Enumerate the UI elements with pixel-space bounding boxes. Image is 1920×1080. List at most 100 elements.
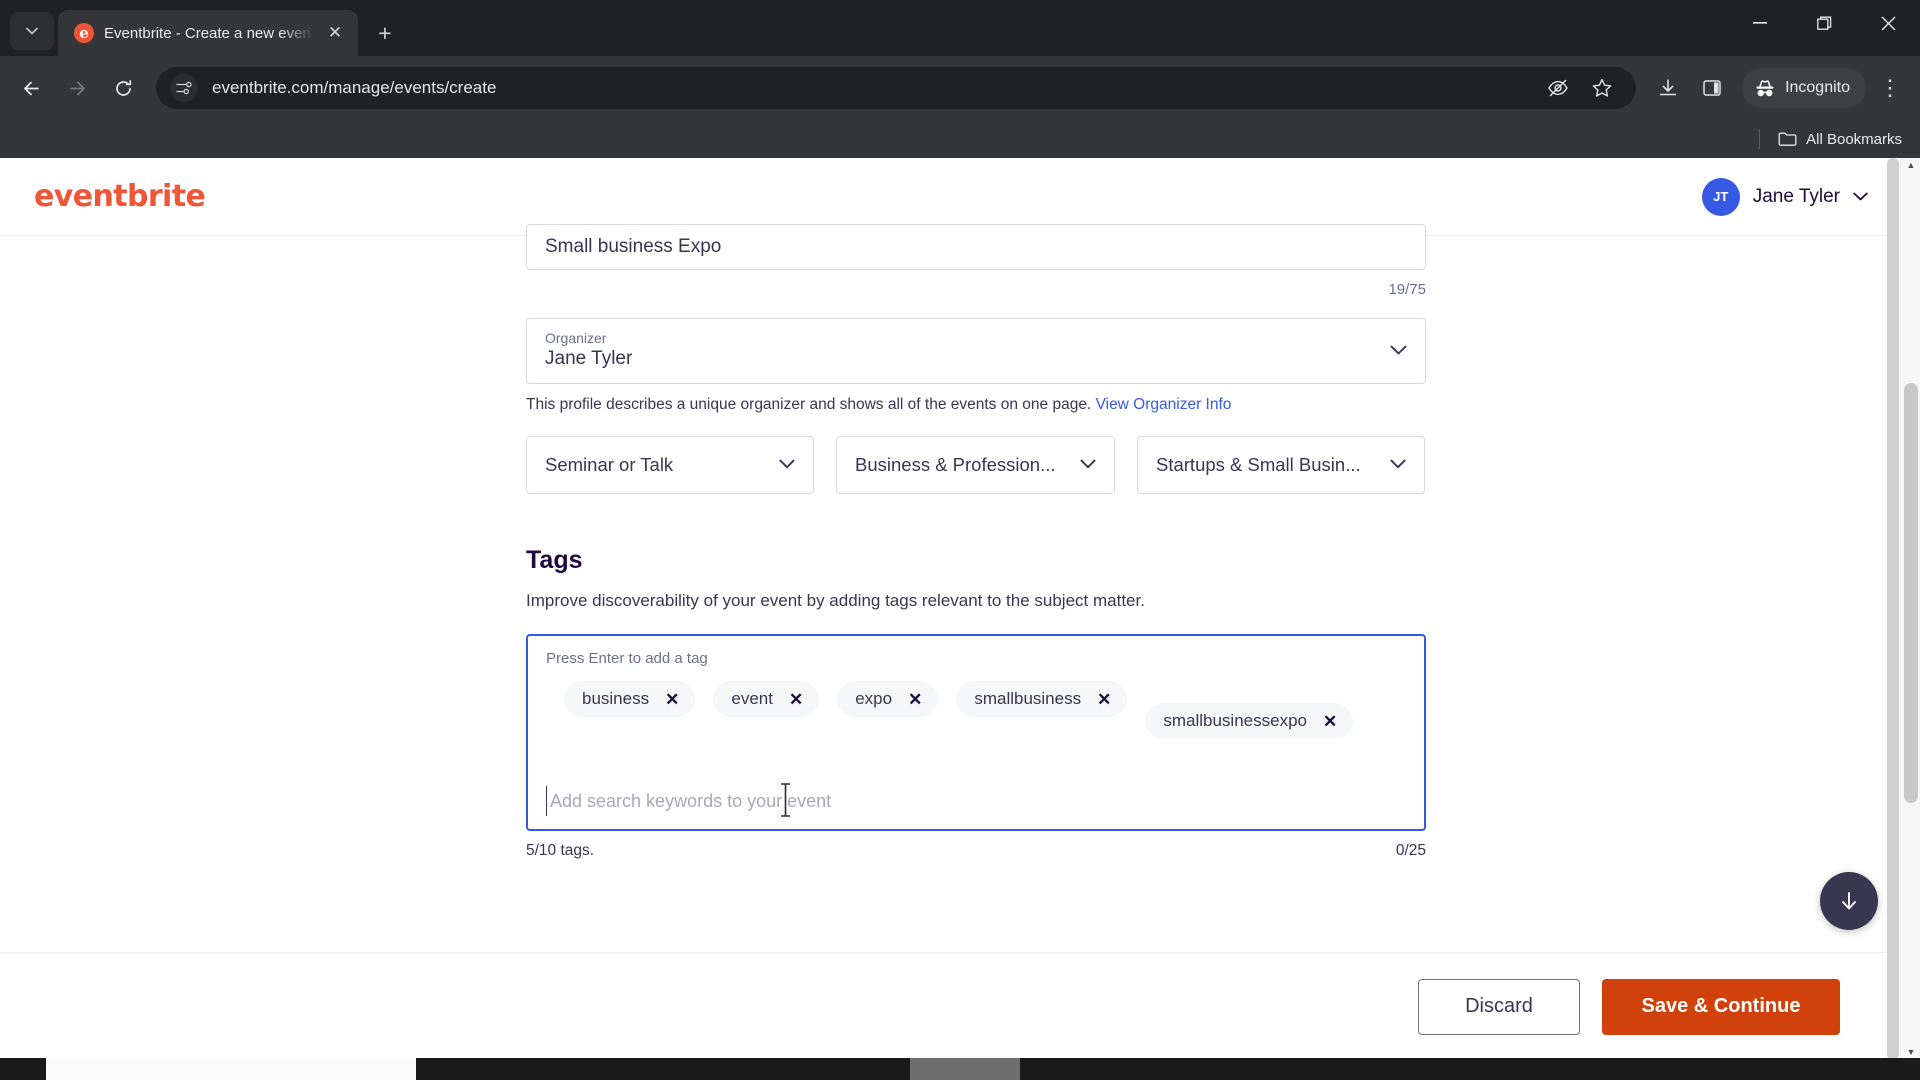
text-caret xyxy=(546,786,547,816)
user-menu[interactable]: JT Jane Tyler xyxy=(1701,177,1868,216)
url-text: eventbrite.com/manage/events/create xyxy=(212,78,497,97)
back-icon[interactable] xyxy=(10,67,52,109)
tab-strip: e Eventbrite - Create a new even ✕ + xyxy=(0,0,1920,56)
tags-section: Tags Improve discoverability of your eve… xyxy=(526,546,1426,860)
download-icon[interactable] xyxy=(1648,68,1688,108)
star-icon[interactable] xyxy=(1582,68,1622,108)
view-organizer-info-link[interactable]: View Organizer Info xyxy=(1096,396,1232,413)
eventbrite-favicon-icon: e xyxy=(74,23,94,43)
taskbar-segment xyxy=(46,1058,416,1080)
event-category-select[interactable]: Business & Profession... xyxy=(836,436,1115,494)
remove-tag-icon[interactable]: ✕ xyxy=(1097,691,1111,708)
chevron-down-icon xyxy=(1080,456,1096,474)
chevron-down-icon xyxy=(1390,456,1406,474)
close-tab-icon[interactable]: ✕ xyxy=(324,22,346,44)
tag-char-count: 0/25 xyxy=(1395,842,1426,859)
page-scrollbar[interactable]: ▲ ▼ xyxy=(1900,158,1920,1060)
tags-hint: Press Enter to add a tag xyxy=(546,650,708,667)
inner-scrollbar[interactable] xyxy=(1886,158,1900,1060)
new-tab-button[interactable]: + xyxy=(368,16,402,50)
page-viewport: eventbrite JT Jane Tyler Small business … xyxy=(0,158,1920,1060)
tag-chip[interactable]: smallbusinessexpo ✕ xyxy=(1145,703,1354,739)
tag-count: 5/10 tags. xyxy=(526,842,595,859)
event-category-value: Business & Profession... xyxy=(855,453,1056,475)
tag-label: event xyxy=(731,689,773,708)
tag-chip[interactable]: business ✕ xyxy=(564,681,696,717)
window-controls xyxy=(1728,0,1920,56)
tag-label: business xyxy=(582,689,650,708)
browser-menu-icon[interactable]: ⋮ xyxy=(1870,68,1910,108)
save-and-continue-button[interactable]: Save & Continue xyxy=(1602,978,1840,1035)
tags-description: Improve discoverability of your event by… xyxy=(526,591,1145,610)
event-subcategory-value: Startups & Small Busin... xyxy=(1156,453,1361,475)
maximize-window-button[interactable] xyxy=(1792,0,1856,46)
browser-tab[interactable]: e Eventbrite - Create a new even ✕ xyxy=(58,10,358,56)
tab-title: Eventbrite - Create a new even xyxy=(104,24,311,42)
organizer-select[interactable]: Organizer Jane Tyler xyxy=(526,318,1426,384)
arrow-down-icon xyxy=(1842,892,1856,910)
event-title-field[interactable]: Small business Expo xyxy=(526,224,1426,270)
inner-scrollbar-thumb[interactable] xyxy=(1887,158,1899,1060)
page-scrollbar-thumb[interactable] xyxy=(1904,383,1918,803)
reload-icon[interactable] xyxy=(102,67,144,109)
browser-window: e Eventbrite - Create a new even ✕ + eve… xyxy=(0,0,1920,1080)
close-window-button[interactable] xyxy=(1856,0,1920,46)
organizer-helper-sentence: This profile describes a unique organize… xyxy=(526,396,1092,413)
side-panel-icon[interactable] xyxy=(1692,68,1732,108)
organizer-helper-text: This profile describes a unique organize… xyxy=(526,384,1426,414)
event-type-select[interactable]: Seminar or Talk xyxy=(526,436,814,494)
avatar: JT xyxy=(1701,177,1740,216)
bookmarks-bar: All Bookmarks xyxy=(0,120,1920,158)
all-bookmarks-button[interactable]: All Bookmarks xyxy=(1778,131,1902,148)
chevron-down-icon xyxy=(1853,188,1868,205)
organizer-label: Organizer xyxy=(545,329,607,346)
folder-icon xyxy=(1778,132,1797,146)
user-name: Jane Tyler xyxy=(1752,185,1840,207)
create-event-form: Small business Expo 19/75 Organizer Jane… xyxy=(526,224,1426,860)
remove-tag-icon[interactable]: ✕ xyxy=(908,691,922,708)
remove-tag-icon[interactable]: ✕ xyxy=(1323,713,1337,730)
address-bar[interactable]: eventbrite.com/manage/events/create xyxy=(156,67,1637,109)
tag-label: expo xyxy=(855,689,893,708)
remove-tag-icon[interactable]: ✕ xyxy=(789,691,803,708)
tags-input-container[interactable]: Press Enter to add a tag business ✕ even… xyxy=(526,634,1426,831)
event-title-counter: 19/75 xyxy=(1388,281,1426,298)
tags-counters: 5/10 tags. 0/25 xyxy=(526,831,1426,860)
tags-heading: Tags xyxy=(526,546,583,574)
incognito-label: Incognito xyxy=(1785,79,1850,96)
tag-list: business ✕ event ✕ expo ✕ smallbusiness … xyxy=(546,667,1406,745)
site-settings-icon[interactable] xyxy=(170,74,198,102)
tag-chip[interactable]: event ✕ xyxy=(713,681,820,717)
page-content: Small business Expo 19/75 Organizer Jane… xyxy=(0,224,1920,1060)
event-title-value: Small business Expo xyxy=(545,236,722,257)
tag-chip[interactable]: smallbusiness ✕ xyxy=(956,681,1128,717)
taskbar-strip xyxy=(0,1058,1920,1080)
bookmarks-divider xyxy=(1759,129,1761,149)
tag-input-row[interactable]: Add search keywords to your event xyxy=(528,773,1424,829)
remove-tag-icon[interactable]: ✕ xyxy=(665,691,679,708)
scroll-down-button[interactable] xyxy=(1820,872,1878,930)
discard-button[interactable]: Discard xyxy=(1418,978,1580,1035)
chevron-down-icon xyxy=(779,456,795,474)
minimize-window-button[interactable] xyxy=(1728,0,1792,46)
scroll-up-arrow-icon[interactable]: ▲ xyxy=(1901,161,1920,170)
form-footer: Discard Save & Continue xyxy=(0,952,1900,1060)
incognito-icon xyxy=(1756,79,1774,96)
event-subcategory-select[interactable]: Startups & Small Busin... xyxy=(1137,436,1425,494)
tag-chip[interactable]: expo ✕ xyxy=(837,681,939,717)
forward-icon[interactable] xyxy=(56,67,98,109)
tab-search-icon[interactable] xyxy=(10,12,54,50)
tag-input-placeholder: Add search keywords to your event xyxy=(550,790,832,811)
omnibox-actions xyxy=(1538,68,1622,108)
all-bookmarks-label: All Bookmarks xyxy=(1806,130,1902,148)
scroll-down-arrow-icon[interactable]: ▼ xyxy=(1901,1048,1920,1057)
tag-label: smallbusinessexpo xyxy=(1163,711,1307,730)
organizer-value: Jane Tyler xyxy=(545,348,633,370)
eye-off-icon[interactable] xyxy=(1538,68,1578,108)
category-selects-row: Seminar or Talk Business & Profession...… xyxy=(526,436,1426,494)
taskbar-segment xyxy=(910,1058,1020,1080)
eventbrite-logo[interactable]: eventbrite xyxy=(34,179,206,214)
tag-label: smallbusiness xyxy=(974,689,1082,708)
incognito-indicator[interactable]: Incognito xyxy=(1742,68,1866,108)
event-type-value: Seminar or Talk xyxy=(545,453,674,475)
